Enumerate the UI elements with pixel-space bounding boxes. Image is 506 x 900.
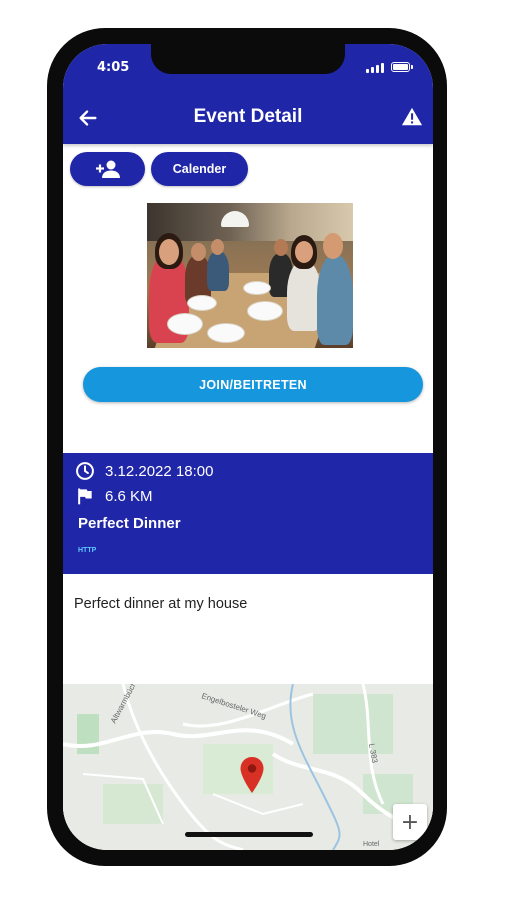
status-time: 4:05 <box>97 60 130 75</box>
person-add-icon <box>95 160 120 178</box>
page-title: Event Detail <box>193 106 303 127</box>
join-button[interactable]: JOIN/BEITRETEN <box>83 367 423 402</box>
signal-icon <box>366 62 384 73</box>
map-place-label: Hotel <box>363 841 380 848</box>
app-screen: 4:05 Event Detail Calender JOIN/BEITRETE… <box>63 44 433 850</box>
app-bar: Event Detail <box>63 94 433 144</box>
event-photo <box>147 203 353 348</box>
zoom-in-button[interactable]: + <box>393 804 427 840</box>
add-person-button[interactable] <box>70 152 145 186</box>
calendar-button[interactable]: Calender <box>151 152 248 186</box>
home-indicator <box>185 832 313 837</box>
map-view[interactable]: Altwarmbüchener Weg Engelbosteler Weg L … <box>63 684 433 850</box>
battery-icon <box>391 62 410 72</box>
clock-icon <box>76 462 94 480</box>
event-datetime: 3.12.2022 18:00 <box>105 462 214 480</box>
warning-icon[interactable] <box>401 106 423 128</box>
flag-icon <box>78 488 92 505</box>
location-pin-icon[interactable] <box>239 756 265 794</box>
event-description: Perfect dinner at my house <box>74 596 248 612</box>
notch <box>151 44 345 74</box>
event-distance: 6.6 KM <box>105 487 153 505</box>
event-info-panel: 3.12.2022 18:00 6.6 KM Perfect Dinner HT… <box>63 453 433 574</box>
event-title: Perfect Dinner <box>78 515 181 532</box>
event-link[interactable]: HTTP <box>78 547 96 554</box>
